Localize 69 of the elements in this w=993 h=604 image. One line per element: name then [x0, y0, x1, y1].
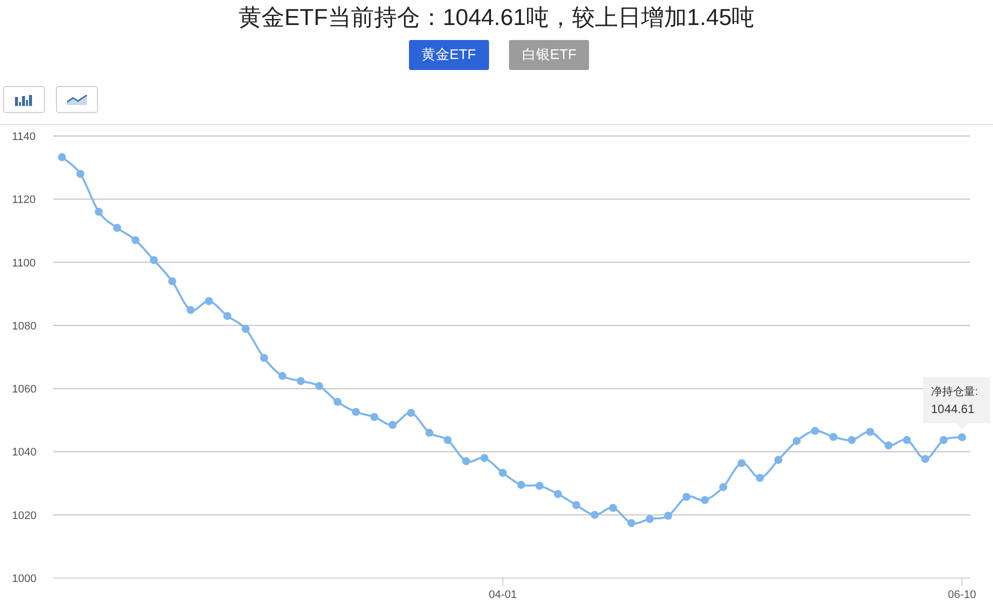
data-point	[572, 501, 580, 510]
y-axis-label: 1120	[12, 194, 36, 206]
y-axis-label: 1140	[12, 131, 36, 143]
data-point	[536, 482, 544, 490]
data-point	[902, 436, 911, 444]
data-point	[58, 153, 66, 162]
chart-type-button[interactable]	[56, 86, 98, 113]
data-point	[554, 490, 562, 498]
data-point	[700, 496, 709, 504]
y-axis-label: 1020	[12, 510, 36, 522]
tooltip-label: 净持仓量:	[931, 386, 978, 398]
data-point	[76, 170, 84, 178]
data-point	[756, 474, 764, 482]
data-point	[370, 412, 378, 421]
data-point	[866, 428, 874, 436]
data-point	[388, 420, 397, 429]
data-point	[462, 457, 470, 466]
data-point	[517, 480, 526, 489]
x-axis-label: 06-10	[948, 589, 976, 601]
data-point	[223, 312, 232, 320]
data-point	[609, 504, 618, 512]
data-point	[646, 514, 654, 523]
data-point	[94, 208, 103, 216]
data-point	[204, 297, 213, 306]
data-point	[406, 408, 415, 417]
data-point	[425, 428, 434, 437]
data-point	[444, 436, 452, 444]
etf-tab[interactable]: 白银ETF	[509, 40, 590, 70]
data-point	[792, 436, 801, 445]
data-point	[186, 306, 195, 314]
data-point	[131, 236, 140, 244]
area-chart-icon	[67, 94, 87, 104]
data-point	[480, 454, 488, 462]
data-point	[848, 436, 856, 444]
data-point	[774, 456, 782, 464]
y-axis-label: 1080	[12, 320, 36, 332]
page-title: 黄金ETF当前持仓：1044.61吨，较上日增加1.45吨	[237, 3, 756, 32]
data-point	[829, 432, 838, 441]
data-point	[940, 436, 948, 444]
y-axis-label: 1040	[12, 446, 36, 459]
y-axis-label: 1100	[12, 257, 36, 270]
data-point	[664, 512, 672, 520]
data-point	[352, 408, 360, 416]
data-point	[113, 224, 122, 232]
data-point	[334, 398, 342, 406]
data-point	[260, 354, 268, 362]
data-point	[884, 441, 893, 450]
etf-tab[interactable]: 黄金ETF	[408, 40, 489, 70]
bar-chart-icon	[14, 94, 34, 106]
data-point	[590, 510, 599, 519]
y-axis-label: 1060	[12, 384, 36, 396]
chart-type-button[interactable]	[3, 86, 45, 113]
data-point	[242, 324, 250, 333]
data-point	[168, 277, 176, 286]
data-point	[811, 426, 820, 435]
data-point	[315, 382, 324, 390]
data-point	[958, 433, 966, 442]
data-point	[498, 468, 507, 477]
data-point	[682, 492, 690, 501]
data-point	[296, 377, 305, 385]
data-point	[278, 372, 286, 380]
data-point	[921, 454, 930, 463]
data-point	[738, 459, 746, 468]
y-axis-label: 1000	[12, 573, 36, 585]
data-point	[150, 256, 158, 264]
data-point	[627, 519, 636, 528]
tooltip-value: 1044.61	[931, 402, 974, 416]
data-point	[719, 483, 728, 492]
x-axis-label: 04-01	[488, 589, 517, 601]
